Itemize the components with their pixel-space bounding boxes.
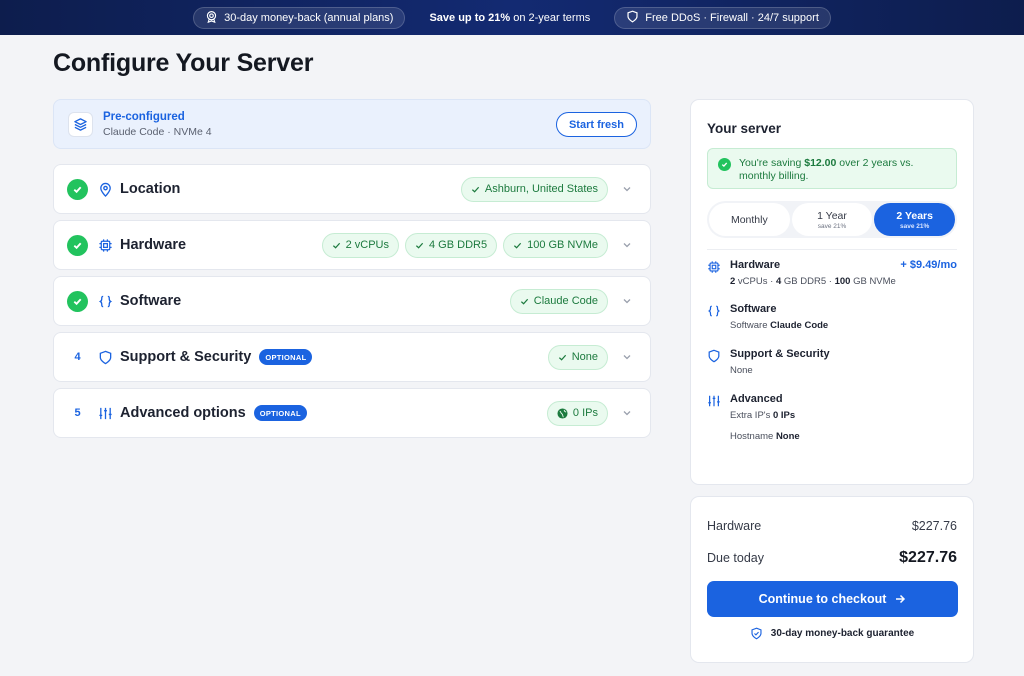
features-pill: Free DDoS · Firewall · 24/7 support xyxy=(614,6,831,29)
shield-icon xyxy=(626,10,639,26)
section-advanced-options[interactable]: 5 Advanced options OPTIONAL 0 IPs xyxy=(53,388,651,438)
chevron-down-icon[interactable] xyxy=(622,408,632,418)
check-icon xyxy=(471,186,479,193)
preconfigured-subtitle: Claude Code · NVMe 4 xyxy=(103,125,212,138)
hardware-price: + $9.49/mo xyxy=(900,259,957,271)
badge-icon xyxy=(205,10,218,26)
divider xyxy=(707,249,957,250)
layers-icon xyxy=(68,111,93,137)
summary-software: Software Software Claude Code xyxy=(707,303,957,331)
shield-icon xyxy=(97,349,113,365)
step-number: 5 xyxy=(74,407,81,419)
preconfigured-title: Pre-configured xyxy=(103,110,185,123)
billing-2-years[interactable]: 2 Years save 21% xyxy=(874,203,956,236)
summary-support-security: Support & Security None xyxy=(707,348,957,376)
check-icon xyxy=(67,234,88,256)
section-title: Software xyxy=(120,293,182,309)
continue-to-checkout-button[interactable]: Continue to checkout xyxy=(707,581,958,617)
billing-1-year[interactable]: 1 Year save 21% xyxy=(791,203,873,236)
chevron-down-icon[interactable] xyxy=(622,240,632,250)
ram-chip: 4 GB DDR5 xyxy=(405,232,498,258)
extra-ips-value: Extra IP's 0 IPs xyxy=(730,410,796,421)
chevron-down-icon[interactable] xyxy=(622,352,632,362)
disk-chip: 100 GB NVMe xyxy=(503,232,608,258)
support-chip: None xyxy=(547,344,608,370)
money-back-pill: 30-day money-back (annual plans) xyxy=(193,6,406,29)
money-back-text: 30-day money-back (annual plans) xyxy=(224,11,394,24)
braces-icon xyxy=(707,304,721,318)
chevron-down-icon[interactable] xyxy=(622,184,632,194)
check-icon xyxy=(332,242,340,249)
page-title: Configure Your Server xyxy=(53,49,314,77)
savings-text: Save up to 21% on 2-year terms xyxy=(429,11,591,24)
hostname-value: Hostname None xyxy=(730,431,800,442)
configuration-panel: Pre-configured Claude Code · NVMe 4 Star… xyxy=(53,99,651,438)
hardware-total-row: Hardware $227.76 xyxy=(707,519,957,533)
savings-notice: You're saving $12.00 over 2 years vs. mo… xyxy=(707,148,957,189)
check-icon xyxy=(67,178,88,200)
section-title: Location xyxy=(120,181,181,197)
globe-icon xyxy=(557,407,568,419)
hardware-specs: 2 vCPUs · 4 GB DDR5 · 100 GB NVMe xyxy=(730,276,896,287)
check-icon xyxy=(415,242,424,249)
section-title: Hardware xyxy=(120,237,187,253)
support-value: None xyxy=(730,365,753,376)
optional-badge: OPTIONAL xyxy=(259,349,313,365)
start-fresh-button[interactable]: Start fresh xyxy=(555,112,637,137)
step-number: 4 xyxy=(74,351,81,363)
optional-badge: OPTIONAL xyxy=(253,405,307,421)
arrow-right-icon xyxy=(896,594,906,604)
totals-card: Hardware $227.76 Due today $227.76 Conti… xyxy=(690,496,974,663)
savings-text: You're saving $12.00 over 2 years vs. mo… xyxy=(739,157,914,182)
summary-hardware: Hardware 2 vCPUs · 4 GB DDR5 · 100 GB NV… xyxy=(707,259,957,287)
section-location[interactable]: Location Ashburn, United States xyxy=(53,164,651,214)
section-support-security[interactable]: 4 Support & Security OPTIONAL None xyxy=(53,332,651,382)
section-title: Advanced options xyxy=(120,405,246,421)
shield-check-icon xyxy=(751,627,762,640)
ips-chip: 0 IPs xyxy=(546,400,608,426)
check-icon xyxy=(718,158,731,171)
features-text: Free DDoS · Firewall · 24/7 support xyxy=(645,11,819,24)
check-icon xyxy=(520,298,528,305)
section-software[interactable]: Software Claude Code xyxy=(53,276,651,326)
due-today-row: Due today $227.76 xyxy=(707,549,957,566)
section-hardware[interactable]: Hardware 2 vCPUs 4 GB DDR5 100 GB NVMe xyxy=(53,220,651,270)
summary-title: Your server xyxy=(707,121,782,136)
location-chip: Ashburn, United States xyxy=(460,176,608,202)
shield-icon xyxy=(707,349,721,363)
check-icon xyxy=(67,290,88,312)
cpu-icon xyxy=(97,237,113,253)
sliders-icon xyxy=(707,394,721,408)
software-chip: Claude Code xyxy=(509,288,608,314)
chevron-down-icon[interactable] xyxy=(622,296,632,306)
billing-period-toggle: Monthly 1 Year save 21% 2 Years save 21% xyxy=(707,201,957,238)
map-pin-icon xyxy=(97,181,113,197)
software-value: Software Claude Code xyxy=(730,320,829,331)
promo-banner: 30-day money-back (annual plans) Save up… xyxy=(0,0,1024,35)
money-back-guarantee: 30-day money-back guarantee xyxy=(707,627,957,640)
braces-icon xyxy=(97,293,113,309)
summary-advanced: Advanced Extra IP's 0 IPs Hostname None xyxy=(707,393,957,442)
server-summary-card: Your server You're saving $12.00 over 2 … xyxy=(690,99,974,485)
check-icon xyxy=(514,242,522,249)
sliders-icon xyxy=(97,405,113,421)
cpu-icon xyxy=(707,260,721,274)
check-icon xyxy=(558,354,566,361)
billing-monthly[interactable]: Monthly xyxy=(709,203,790,236)
cpu-chip: 2 vCPUs xyxy=(321,232,399,258)
preconfigured-card: Pre-configured Claude Code · NVMe 4 Star… xyxy=(53,99,651,149)
section-title: Support & Security xyxy=(120,349,252,365)
